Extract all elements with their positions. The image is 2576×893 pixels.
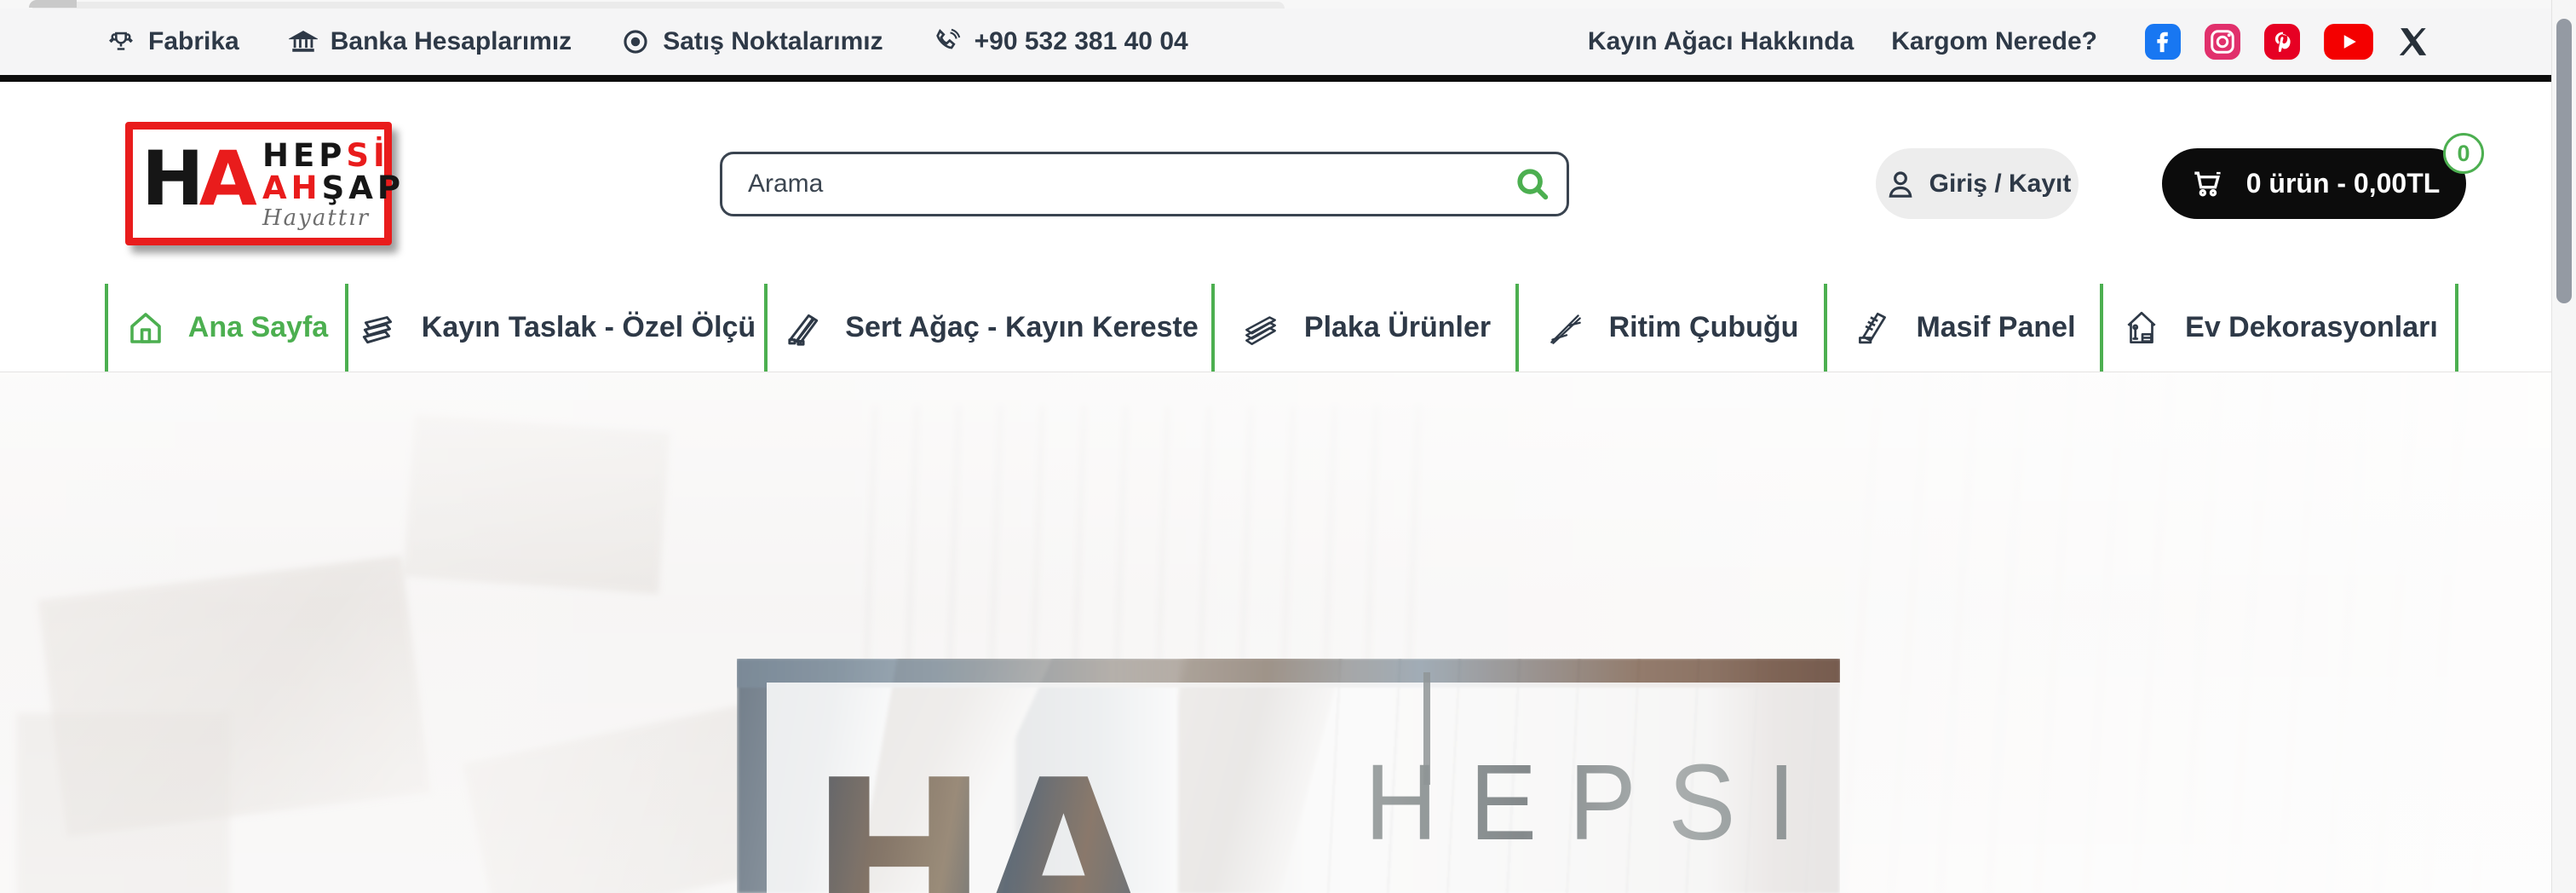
nav-item-ev-dekorasyonlari[interactable]: Ev Dekorasyonları xyxy=(2103,284,2458,372)
topbar-link-phone[interactable]: +90 532 381 40 04 xyxy=(933,27,1188,56)
nav-item-kayin-taslak[interactable]: Kayın Taslak - Özel Ölçü xyxy=(348,284,768,372)
house-furniture-icon xyxy=(2120,307,2163,349)
login-register-button[interactable]: Giriş / Kayıt xyxy=(1876,148,2079,219)
plank-stack-icon xyxy=(357,307,400,349)
main-nav: Ana Sayfa Kayın Taslak - Özel Ölçü Sert … xyxy=(105,284,2458,372)
sheet-stack-icon xyxy=(1239,307,1282,349)
panel-icon xyxy=(1851,307,1894,349)
topbar-link-label: Banka Hesaplarımız xyxy=(331,27,572,56)
lumber-icon xyxy=(780,307,823,349)
nav-item-sert-agac[interactable]: Sert Ağaç - Kayın Kereste xyxy=(768,284,1215,372)
browser-tab-ghost xyxy=(32,2,1285,9)
nav-item-plaka-urunler[interactable]: Plaka Ürünler xyxy=(1215,284,1519,372)
hero-logo-word: HEPSI xyxy=(1365,740,1827,864)
window-top-strip xyxy=(0,0,2576,9)
x-icon[interactable] xyxy=(2397,25,2431,59)
youtube-icon[interactable] xyxy=(2324,24,2373,60)
logo-tagline: Hayattır xyxy=(262,207,405,230)
location-icon xyxy=(621,27,650,56)
search-button[interactable] xyxy=(1498,154,1567,214)
browser-tab-corner xyxy=(29,0,77,8)
topbar-link-label: +90 532 381 40 04 xyxy=(975,27,1188,56)
scrollbar-thumb[interactable] xyxy=(2556,19,2572,303)
cart-count-badge: 0 xyxy=(2443,133,2484,174)
pinterest-icon[interactable] xyxy=(2264,24,2300,60)
nav-item-masif-panel[interactable]: Masif Panel xyxy=(1827,284,2103,372)
topbar: Fabrika Banka Hesaplarımız Satış Nokt xyxy=(0,9,2576,75)
nav-item-ana-sayfa[interactable]: Ana Sayfa xyxy=(108,284,348,372)
scrollbar-track[interactable] xyxy=(2551,0,2576,893)
nav-item-ritim-cubugu[interactable]: Ritim Çubuğu xyxy=(1519,284,1827,372)
facebook-icon[interactable] xyxy=(2145,24,2181,60)
trophy-icon xyxy=(106,27,135,56)
instagram-icon[interactable] xyxy=(2205,24,2240,60)
topbar-left: Fabrika Banka Hesaplarımız Satış Nokt xyxy=(106,27,1188,56)
header: HA HEPSİ AHŞAP Hayattır xyxy=(0,82,2576,284)
topbar-link-fabrika[interactable]: Fabrika xyxy=(106,27,239,56)
logo-wordmark: HEPSİ AHŞAP Hayattır xyxy=(262,140,405,230)
hero-logo-monogram: HA xyxy=(809,752,1138,893)
user-icon xyxy=(1883,167,1918,201)
home-icon xyxy=(125,308,166,349)
topbar-link-label: Fabrika xyxy=(148,27,239,56)
login-register-label: Giriş / Kayıt xyxy=(1929,170,2072,199)
hero-photo: HA HEPSI xyxy=(737,659,1840,893)
page: Fabrika Banka Hesaplarımız Satış Nokt xyxy=(0,0,2576,893)
cart-button[interactable]: 0 ürün - 0,00TL xyxy=(2162,148,2466,219)
cart-summary-label: 0 ürün - 0,00TL xyxy=(2246,168,2441,199)
topbar-link-where-is-my-cargo[interactable]: Kargom Nerede? xyxy=(1891,27,2097,56)
bank-icon xyxy=(289,27,318,56)
topbar-link-about-beech[interactable]: Kayın Ağacı Hakkında xyxy=(1588,27,1854,56)
social-links xyxy=(2145,24,2431,60)
topbar-divider xyxy=(0,75,2551,82)
hero-banner[interactable]: HA HEPSI xyxy=(0,372,2576,893)
search-input[interactable] xyxy=(722,154,1498,214)
phone-icon xyxy=(933,27,962,56)
logo-monogram: HA xyxy=(141,141,252,216)
search-bar xyxy=(720,152,1569,216)
topbar-link-sales-points[interactable]: Satış Noktalarımız xyxy=(621,27,883,56)
search-icon xyxy=(1513,164,1552,204)
topbar-link-label: Satış Noktalarımız xyxy=(663,27,883,56)
topbar-link-bank-accounts[interactable]: Banka Hesaplarımız xyxy=(289,27,572,56)
topbar-right: Kayın Ağacı Hakkında Kargom Nerede? xyxy=(1588,24,2431,60)
cart-icon xyxy=(2188,165,2226,203)
site-logo[interactable]: HA HEPSİ AHŞAP Hayattır xyxy=(125,122,392,245)
sticks-icon xyxy=(1544,307,1587,349)
